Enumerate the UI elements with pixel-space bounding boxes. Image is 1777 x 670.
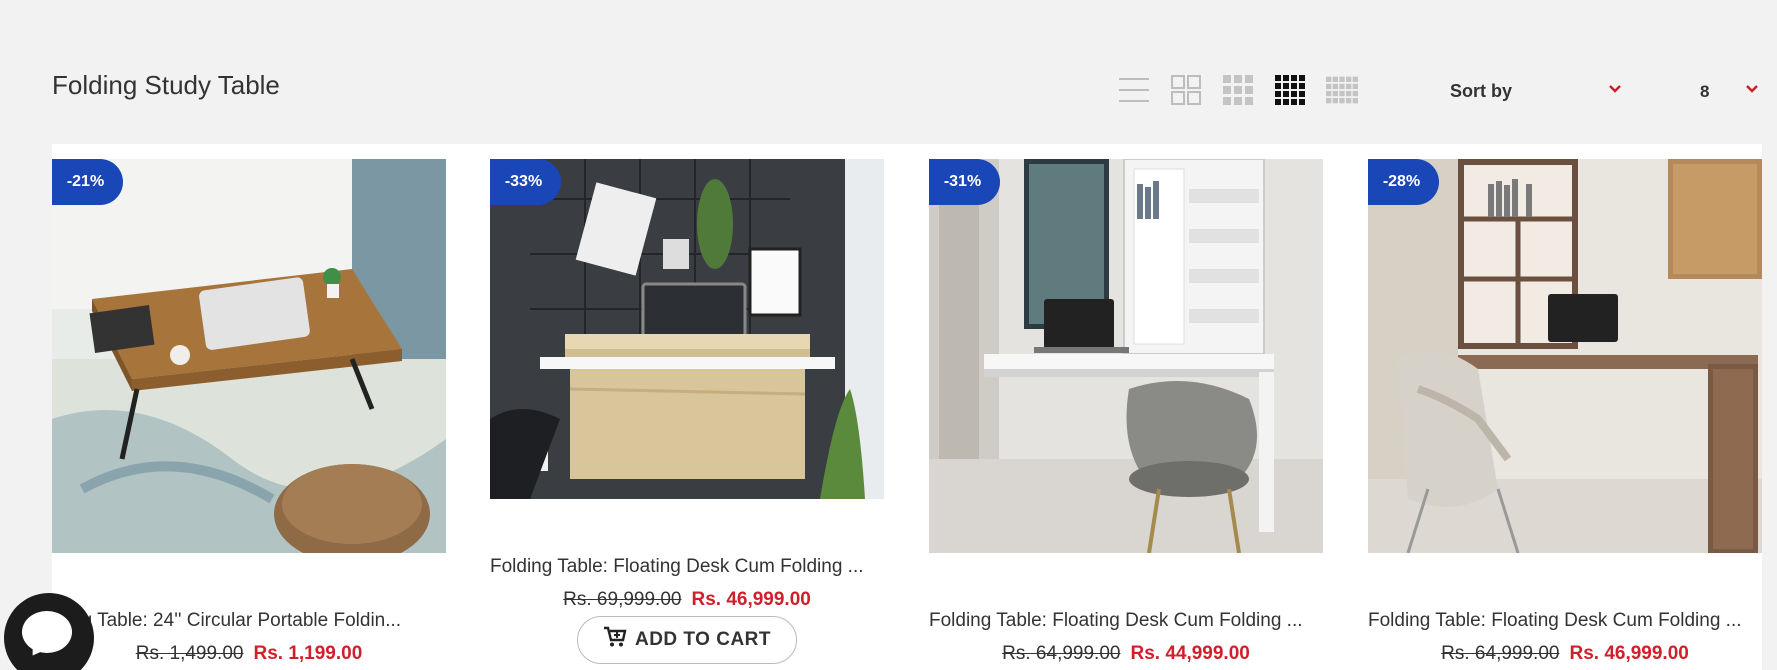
grid-4-icon[interactable] <box>1274 74 1306 106</box>
product-title[interactable]: Folding Table: Floating Desk Cum Folding… <box>929 610 1323 632</box>
price-row: Rs. 1,499.00 Rs. 1,199.00 <box>52 643 446 665</box>
sale-price: Rs. 1,199.00 <box>253 643 363 664</box>
old-price: Rs. 64,999.00 <box>1441 643 1560 664</box>
product-image[interactable]: -28% <box>1368 159 1762 553</box>
product-card[interactable]: -28% Folding Table: Floating Desk Cum Fo… <box>1368 159 1762 670</box>
add-to-cart-label: ADD TO CART <box>634 629 772 650</box>
old-price: Rs. 64,999.00 <box>1002 643 1121 664</box>
product-card[interactable]: -33% Folding Table: Floating Desk Cum Fo… <box>490 159 884 670</box>
product-card[interactable]: -21% lding Table: 24'' Circular Portable… <box>52 159 446 670</box>
list-view-icon[interactable] <box>1118 74 1150 106</box>
price-row: Rs. 64,999.00 Rs. 46,999.00 <box>1368 643 1762 665</box>
discount-badge: -21% <box>52 159 123 205</box>
chevron-down-icon[interactable] <box>1745 81 1759 99</box>
cart-icon <box>603 626 627 654</box>
grid-5-icon[interactable] <box>1326 74 1358 106</box>
per-page-select[interactable]: 8 <box>1700 82 1709 102</box>
product-grid: -21% lding Table: 24'' Circular Portable… <box>52 144 1762 670</box>
product-title[interactable]: Folding Table: Floating Desk Cum Folding… <box>490 556 884 578</box>
old-price: Rs. 69,999.00 <box>563 589 682 610</box>
sort-by-label[interactable]: Sort by <box>1450 81 1512 102</box>
product-image[interactable]: -33% <box>490 159 884 499</box>
page-title: Folding Study Table <box>52 70 280 100</box>
chevron-down-icon[interactable] <box>1608 81 1622 99</box>
discount-badge: -28% <box>1368 159 1439 205</box>
add-to-cart-button[interactable]: ADD TO CART <box>577 616 797 664</box>
product-card[interactable]: -31% Folding Table: Floating Desk Cum Fo… <box>929 159 1323 670</box>
old-price: Rs. 1,499.00 <box>135 643 244 664</box>
sale-price: Rs. 46,999.00 <box>1569 643 1689 664</box>
product-title[interactable]: lding Table: 24'' Circular Portable Fold… <box>52 610 446 632</box>
sale-price: Rs. 44,999.00 <box>1130 643 1250 664</box>
product-image[interactable]: -21% <box>52 159 446 553</box>
discount-badge: -33% <box>490 159 561 205</box>
price-row: Rs. 69,999.00 Rs. 46,999.00 <box>490 589 884 611</box>
sale-price: Rs. 46,999.00 <box>691 589 811 610</box>
price-row: Rs. 64,999.00 Rs. 44,999.00 <box>929 643 1323 665</box>
grid-3-icon[interactable] <box>1222 74 1254 106</box>
product-title[interactable]: Folding Table: Floating Desk Cum Folding… <box>1368 610 1762 632</box>
discount-badge: -31% <box>929 159 1000 205</box>
grid-2-icon[interactable] <box>1170 74 1202 106</box>
product-image[interactable]: -31% <box>929 159 1323 553</box>
view-switcher <box>1118 74 1358 106</box>
